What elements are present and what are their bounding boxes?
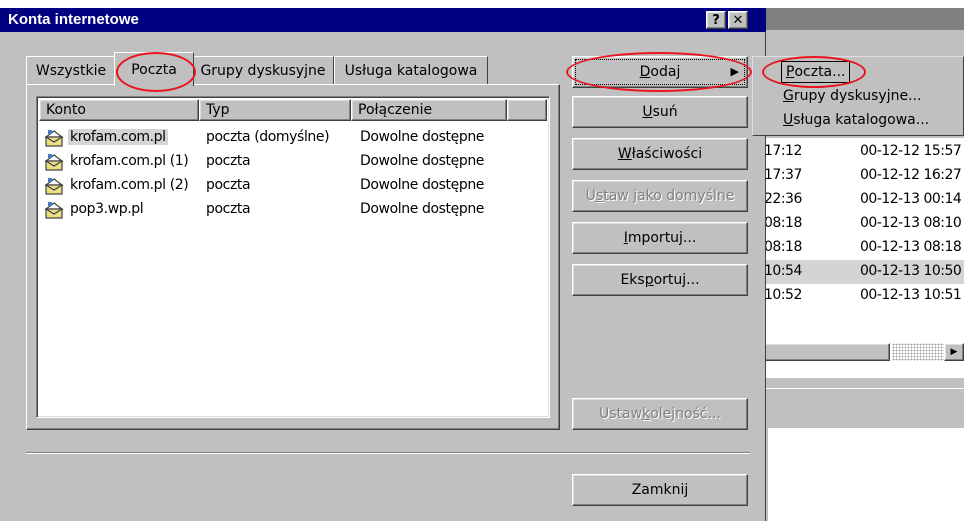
background-preview-pane bbox=[768, 428, 964, 521]
mail-account-icon bbox=[44, 130, 64, 147]
account-type: poczta bbox=[206, 201, 251, 217]
mail-account-icon bbox=[44, 154, 64, 171]
export-button[interactable]: Eks p ortuj... bbox=[572, 264, 748, 296]
separator bbox=[26, 452, 750, 454]
account-connection: Dowolne dostępne bbox=[360, 129, 485, 145]
properties-button[interactable]: Właściwości bbox=[572, 138, 748, 170]
column-header-konto[interactable]: Konto bbox=[39, 99, 199, 121]
mail-account-icon bbox=[44, 202, 64, 219]
table-row[interactable]: krofam.com.pl (1) poczta Dowolne dostępn… bbox=[39, 151, 547, 173]
account-connection: Dowolne dostępne bbox=[360, 153, 485, 169]
add-submenu: Poczta... Grupy dyskusyjne... Usługa kat… bbox=[752, 56, 964, 136]
remove-button[interactable]: Usuń bbox=[572, 96, 748, 128]
close-icon: ✕ bbox=[732, 12, 744, 28]
dialog-title: Konta internetowe bbox=[8, 11, 139, 28]
help-icon: ? bbox=[712, 12, 720, 28]
tab-poczta[interactable]: Poczta bbox=[114, 52, 194, 86]
table-row[interactable]: pop3.wp.pl poczta Dowolne dostępne bbox=[39, 199, 547, 221]
list-item[interactable]: 17:12 00-12-12 15:57 bbox=[762, 140, 964, 164]
background-title-bar bbox=[752, 8, 964, 30]
submenu-arrow-icon: ▶ bbox=[730, 65, 739, 78]
tab-grupy-dyskusyjne[interactable]: Grupy dyskusyjne bbox=[192, 56, 334, 84]
table-row[interactable]: krofam.com.pl (2) poczta Dowolne dostępn… bbox=[39, 175, 547, 197]
add-button[interactable]: Dodaj ▶ bbox=[572, 56, 748, 88]
account-name: pop3.wp.pl bbox=[70, 201, 144, 217]
list-item[interactable]: 17:37 00-12-12 16:27 bbox=[762, 164, 964, 188]
account-type: poczta bbox=[206, 153, 251, 169]
account-connection: Dowolne dostępne bbox=[360, 177, 485, 193]
mail-account-icon bbox=[44, 178, 64, 195]
close-button[interactable]: ✕ bbox=[728, 11, 748, 29]
background-panel bbox=[762, 388, 964, 428]
column-header-polaczenie[interactable]: Połączenie bbox=[351, 99, 507, 121]
scrollbar-track[interactable] bbox=[892, 343, 944, 361]
close-dialog-button[interactable]: Zamknij bbox=[572, 474, 748, 506]
account-type: poczta (domyślne) bbox=[206, 129, 330, 145]
column-header-typ[interactable]: Typ bbox=[199, 99, 351, 121]
list-item[interactable]: 08:18 00-12-13 08:10 bbox=[762, 212, 964, 236]
tab-wszystkie[interactable]: Wszystkie bbox=[26, 56, 116, 84]
scroll-right-arrow-icon[interactable]: ▶ bbox=[944, 343, 964, 361]
account-name: krofam.com.pl bbox=[68, 129, 168, 145]
list-item[interactable]: 10:52 00-12-13 10:51 bbox=[762, 284, 964, 308]
column-header-filler bbox=[507, 99, 547, 121]
set-default-button[interactable]: Us taw jako domyślne bbox=[572, 180, 748, 212]
tab-usluga-katalogowa[interactable]: Usługa katalogowa bbox=[334, 56, 488, 84]
account-name: krofam.com.pl (2) bbox=[70, 177, 189, 193]
menu-item-poczta[interactable]: Poczta... bbox=[781, 61, 851, 83]
scrollbar-thumb[interactable] bbox=[762, 343, 890, 361]
title-bar: Konta internetowe ? ✕ bbox=[0, 8, 766, 32]
table-row[interactable]: krofam.com.pl poczta (domyślne) Dowolne … bbox=[39, 127, 547, 149]
menu-item-grupy-dyskusyjne[interactable]: Grupy dyskusyjne... bbox=[783, 85, 921, 107]
list-item[interactable]: 08:18 00-12-13 08:18 bbox=[762, 236, 964, 260]
list-item-selected[interactable]: 10:54 00-12-13 10:50 bbox=[762, 260, 964, 284]
account-type: poczta bbox=[206, 177, 251, 193]
set-order-button[interactable]: Ustaw k olejność... bbox=[572, 398, 748, 430]
menu-item-usluga-katalogowa[interactable]: Usługa katalogowa... bbox=[783, 109, 929, 131]
list-item[interactable]: 22:36 00-12-13 00:14 bbox=[762, 188, 964, 212]
import-button[interactable]: Importuj... bbox=[572, 222, 748, 254]
help-button[interactable]: ? bbox=[706, 11, 726, 29]
horizontal-scrollbar[interactable]: ▶ bbox=[762, 341, 964, 363]
account-name: krofam.com.pl (1) bbox=[70, 153, 189, 169]
account-connection: Dowolne dostępne bbox=[360, 201, 485, 217]
accounts-list[interactable]: Konto Typ Połączenie krofam.com.pl poczt… bbox=[36, 96, 550, 418]
